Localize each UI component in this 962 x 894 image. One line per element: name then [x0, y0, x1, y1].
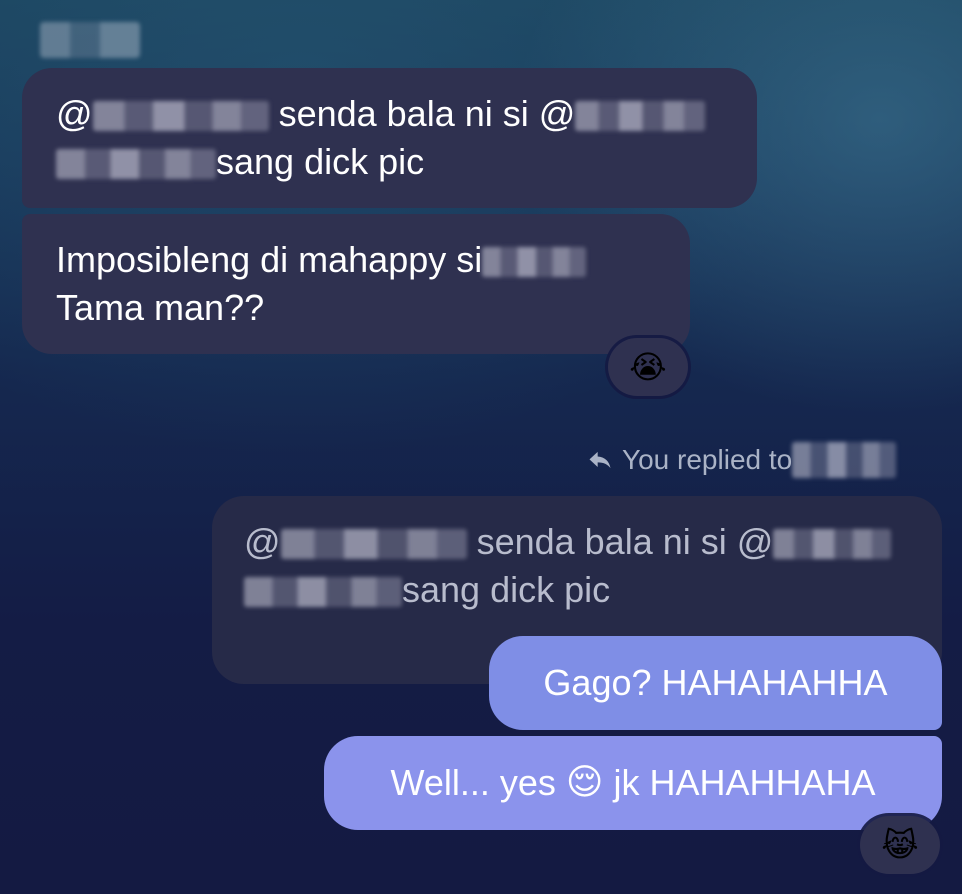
- redacted-name: [792, 442, 897, 478]
- message-line: @ senda bala ni si @: [56, 90, 723, 138]
- redacted-name: [482, 247, 587, 278]
- incoming-message-bubble[interactable]: Imposibleng di mahappy si Tama man??: [22, 214, 690, 354]
- message-line: sang dick pic: [56, 138, 723, 186]
- message-text: jk HAHAHHAHA: [603, 762, 876, 803]
- reaction-badge[interactable]: 😹: [860, 816, 940, 874]
- message-text: Gago? HAHAHAHHA: [543, 662, 888, 703]
- message-text: Well... yes: [390, 762, 566, 803]
- redacted-mention: [56, 149, 216, 180]
- message-text: Imposibleng di mahappy si: [56, 239, 483, 280]
- redacted-mention: [280, 529, 467, 560]
- quoted-text: sang dick pic: [402, 569, 611, 610]
- reaction-badge[interactable]: 😭: [608, 338, 688, 396]
- message-text: sang dick pic: [216, 141, 425, 182]
- reply-context-label: You replied to: [622, 444, 793, 475]
- mention-at: @: [56, 93, 93, 134]
- outgoing-message-bubble[interactable]: Gago? HAHAHAHHA: [489, 636, 942, 730]
- mention-at: @: [244, 521, 281, 562]
- message-text: senda bala ni si @: [278, 93, 576, 134]
- message-line: Imposibleng di mahappy si: [56, 236, 656, 284]
- quoted-text: senda bala ni si @: [476, 521, 774, 562]
- message-line: Tama man??: [56, 284, 656, 332]
- reply-context: You replied to: [586, 440, 897, 480]
- relieved-face-emoji: 😌: [565, 762, 604, 803]
- reply-arrow-icon: [589, 451, 611, 469]
- redacted-mention: [575, 101, 706, 132]
- quoted-line: sang dick pic: [244, 566, 910, 614]
- incoming-message-bubble[interactable]: @ senda bala ni si @ sang dick pic: [22, 68, 757, 208]
- sender-name-redacted: [40, 22, 140, 58]
- quoted-line: @ senda bala ni si @: [244, 518, 910, 566]
- message-text: Tama man??: [56, 287, 265, 328]
- redacted-mention: [773, 529, 892, 560]
- redacted-mention: [244, 577, 402, 608]
- redacted-mention: [92, 101, 269, 132]
- outgoing-message-bubble[interactable]: Well... yes 😌 jk HAHAHHAHA: [324, 736, 942, 830]
